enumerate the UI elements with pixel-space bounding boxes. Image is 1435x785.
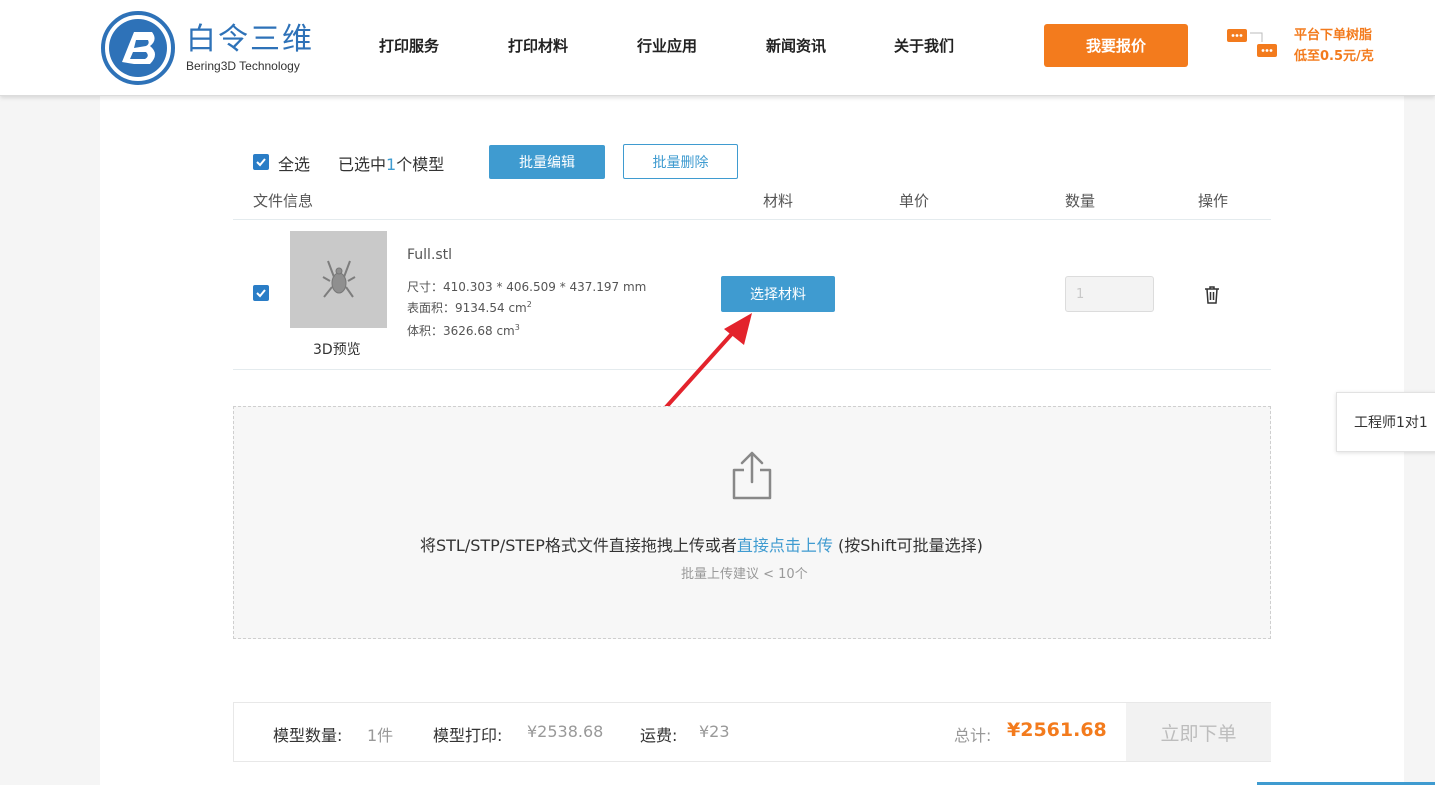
volume-label: 体积： — [407, 324, 444, 338]
checkmark-icon — [256, 289, 266, 298]
total-label: 总计: — [954, 726, 992, 745]
area-exponent: 2 — [526, 300, 532, 309]
selected-count-text: 已选中1个模型 — [338, 151, 444, 175]
nav-print-materials[interactable]: 打印材料 — [508, 35, 568, 56]
select-all-checkbox[interactable] — [253, 154, 269, 170]
total-value: ¥2561.68 — [1007, 719, 1107, 741]
bering3d-logo-icon[interactable] — [100, 10, 176, 86]
select-all-label[interactable]: 全选 — [278, 151, 310, 175]
upload-icon[interactable] — [730, 450, 774, 500]
area-label: 表面积： — [407, 301, 456, 315]
nav-about-us[interactable]: 关于我们 — [894, 35, 954, 56]
nav-industry-apps[interactable]: 行业应用 — [637, 35, 697, 56]
trash-icon[interactable] — [1204, 286, 1220, 304]
header-action: 操作 — [1198, 192, 1229, 210]
area-value: 9134.54 cm — [455, 301, 527, 315]
volume-exponent: 3 — [514, 323, 520, 332]
engineer-consult-tab[interactable]: 工程师1对1 — [1336, 392, 1435, 452]
nav-news[interactable]: 新闻资讯 — [766, 35, 826, 56]
selected-prefix: 已选中 — [338, 155, 387, 174]
model-thumbnail[interactable] — [290, 231, 387, 328]
file-name: Full.stl — [407, 247, 453, 263]
header-file-info: 文件信息 — [253, 192, 314, 210]
model-volume: 体积：3626.68 cm3 — [407, 322, 520, 339]
model-count-label: 模型数量: — [273, 726, 343, 745]
upload-hint: 批量上传建议 < 10个 — [681, 567, 808, 582]
selected-count: 1 — [386, 155, 397, 174]
model-surface-area: 表面积：9134.54 cm2 — [407, 299, 532, 316]
upload-text-after: (按Shift可批量选择) — [832, 536, 983, 555]
header-unit-price: 单价 — [899, 192, 930, 210]
get-quote-button[interactable]: 我要报价 — [1044, 24, 1188, 67]
selected-suffix: 个模型 — [396, 155, 445, 174]
upload-drop-zone[interactable] — [233, 406, 1271, 639]
batch-delete-button[interactable]: 批量删除 — [623, 144, 738, 179]
size-value: 410.303 * 406.509 * 437.197 mm — [443, 280, 647, 294]
volume-value: 3626.68 cm — [443, 324, 515, 338]
print-cost-label: 模型打印: — [433, 726, 503, 745]
click-upload-link[interactable]: 直接点击上传 — [737, 536, 833, 555]
print-cost-value: ¥2538.68 — [527, 722, 604, 741]
site-header: 白令三维 Bering3D Technology 打印服务 打印材料 行业应用 … — [0, 0, 1435, 96]
shipping-value: ¥23 — [699, 722, 730, 741]
header-quantity: 数量 — [1065, 192, 1096, 210]
checkmark-icon — [256, 158, 266, 167]
model-count-value: 1件 — [367, 726, 394, 745]
promo-text-line2[interactable]: 低至0.5元/克 — [1294, 45, 1374, 64]
upload-instruction: 将STL/STP/STEP格式文件直接拖拽上传或者直接点击上传 (按Shift可… — [420, 532, 983, 556]
model-size: 尺寸：410.303 * 406.509 * 437.197 mm — [407, 278, 646, 295]
size-label: 尺寸： — [407, 280, 444, 294]
3d-preview-label[interactable]: 3D预览 — [313, 339, 361, 359]
row-checkbox[interactable] — [253, 285, 269, 301]
promo-text-line1[interactable]: 平台下单树脂 — [1294, 24, 1372, 43]
quantity-input[interactable]: 1 — [1065, 276, 1154, 312]
upload-text-before: 将STL/STP/STEP格式文件直接拖拽上传或者 — [420, 536, 737, 555]
nav-print-service[interactable]: 打印服务 — [379, 35, 439, 56]
batch-edit-button[interactable]: 批量编辑 — [489, 145, 605, 179]
shipping-label: 运费: — [640, 726, 678, 745]
chat-bubbles-icon — [1227, 29, 1277, 57]
place-order-button[interactable]: 立即下单 — [1126, 703, 1271, 761]
model-preview-icon — [322, 260, 356, 298]
brand-name-en: Bering3D Technology — [186, 59, 300, 73]
header-material: 材料 — [763, 192, 794, 210]
header-divider — [233, 219, 1271, 220]
brand-name-cn: 白令三维 — [186, 22, 314, 57]
